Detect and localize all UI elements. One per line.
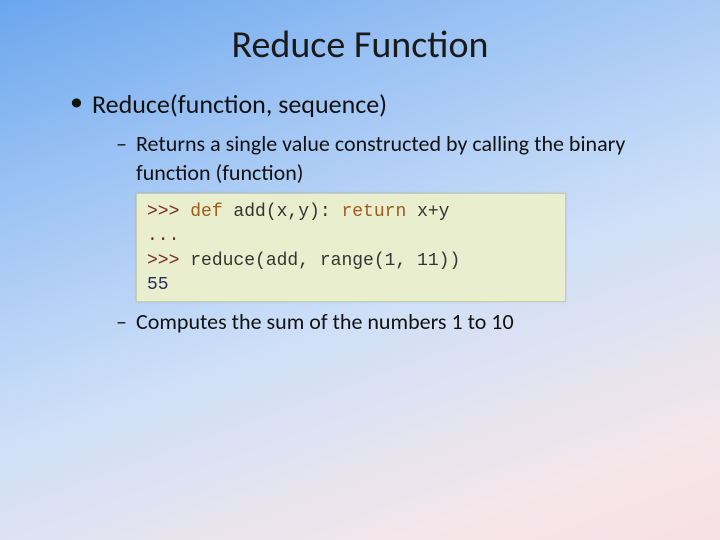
continuation-text: ... — [147, 226, 179, 246]
keyword-return: return — [341, 202, 406, 222]
code-call: reduce(add, range(1, 11)) — [190, 251, 460, 271]
bullet-level2-desc: Returns a single value constructed by ca… — [116, 130, 670, 187]
code-line-3: >>> reduce(add, range(1, 11)) — [147, 249, 555, 273]
slide-content: Reduce(function, sequence) Returns a sin… — [0, 68, 720, 337]
code-line-2: ... — [147, 224, 555, 248]
keyword-def: def — [190, 202, 222, 222]
code-example: >>> def add(x,y): return x+y ... >>> red… — [136, 193, 566, 302]
prompt-text: >>> — [147, 202, 190, 222]
slide-title: Reduce Function — [0, 0, 720, 68]
sub-bullets: Returns a single value constructed by ca… — [70, 130, 670, 337]
code-line-1: >>> def add(x,y): return x+y — [147, 200, 555, 224]
prompt-text: >>> — [147, 251, 190, 271]
bullet-level1: Reduce(function, sequence) — [70, 88, 670, 120]
slide: Reduce Function Reduce(function, sequenc… — [0, 0, 720, 540]
bullet-level2-summary: Computes the sum of the numbers 1 to 10 — [116, 308, 670, 337]
code-result: 55 — [147, 275, 169, 295]
code-text: x+y — [406, 202, 449, 222]
code-text: add(x,y): — [223, 202, 342, 222]
code-line-4: 55 — [147, 273, 555, 297]
